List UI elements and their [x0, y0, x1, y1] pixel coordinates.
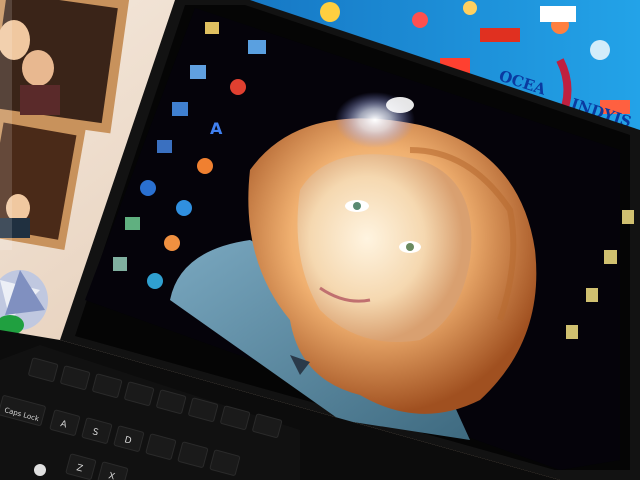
skype-icon	[147, 273, 163, 289]
file-icon	[622, 210, 634, 224]
app-icon	[157, 140, 172, 153]
recycle-bin-icon	[230, 79, 246, 95]
browser-icon	[197, 158, 213, 174]
windows-key-icon	[34, 464, 46, 476]
messenger-icon	[176, 200, 192, 216]
folder-icon	[205, 22, 219, 34]
a-app-icon: A	[210, 119, 223, 138]
app-icon	[172, 102, 188, 116]
laptop-photo-scene: OCEA INDYJS A Caps Lock A S D Z X	[0, 0, 640, 480]
app-icon	[164, 235, 180, 251]
file-icon	[566, 325, 578, 339]
computer-icon	[248, 40, 266, 54]
app-icon	[125, 217, 140, 230]
internet-explorer-icon	[140, 180, 156, 196]
network-icon	[190, 65, 206, 79]
app-icon	[113, 257, 127, 271]
file-icon	[586, 288, 598, 302]
file-icon	[604, 250, 617, 264]
